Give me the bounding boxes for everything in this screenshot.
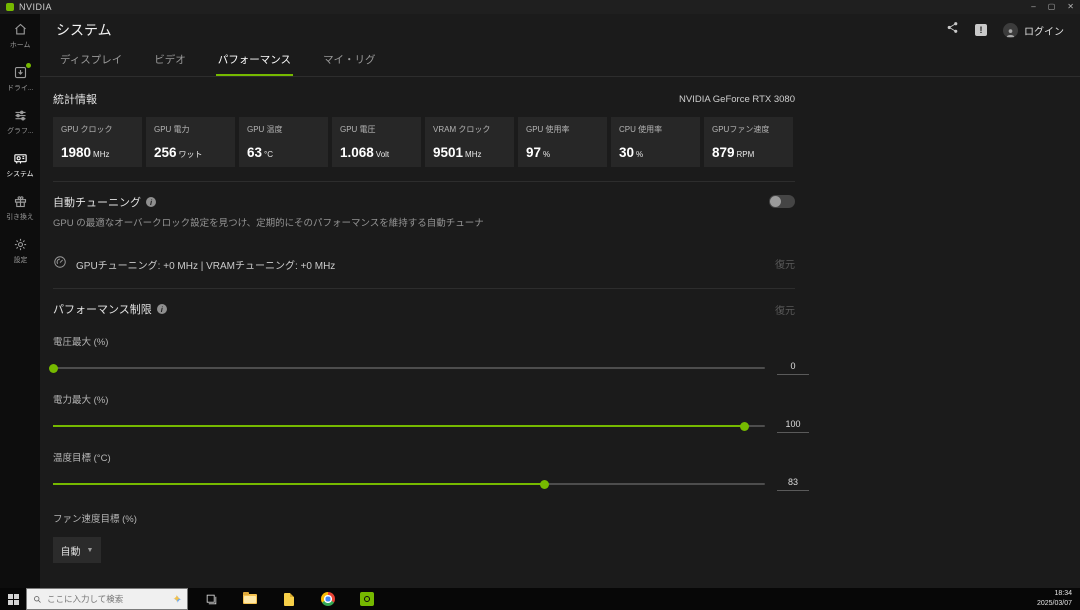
slider-thumb[interactable]: [739, 421, 749, 431]
fan-target-dropdown[interactable]: 自動 ▼: [53, 537, 101, 563]
clock-date: 2025/03/07: [1036, 600, 1072, 607]
stat-card-gpu-usage: GPU 使用率 97%: [518, 117, 607, 167]
auto-tuning-title: 自動チューニング: [53, 197, 141, 209]
taskbar-search[interactable]: ✦: [26, 588, 188, 610]
temp-slider-group: 温度目標 (°C) 83: [53, 450, 813, 491]
stat-card-gpu-clock: GPU クロック 1980 MHz: [53, 117, 142, 167]
temp-slider-label: 温度目標 (°C): [53, 453, 111, 464]
tab-video[interactable]: ビデオ: [152, 46, 188, 76]
voltage-slider-label: 電圧最大 (%): [53, 337, 109, 348]
notification-dot: [26, 63, 31, 68]
windows-taskbar: ✦ 18:34 2025/03/07: [0, 588, 1080, 610]
tabbar: ディスプレイ ビデオ パフォーマンス マイ・リグ: [40, 46, 1080, 77]
nvidia-logo-icon: [6, 3, 14, 11]
sidebar-item-drivers[interactable]: ドライ...: [0, 63, 40, 93]
stats-section-title: 統計情報: [53, 94, 97, 106]
stat-card-gpu-temp: GPU 温度 63 °C: [239, 117, 328, 167]
info-icon[interactable]: i: [146, 197, 156, 207]
nvidia-app-icon[interactable]: [354, 588, 380, 610]
sidebar-item-home[interactable]: ホーム: [0, 22, 40, 50]
page-title: システム: [56, 22, 112, 38]
tab-performance[interactable]: パフォーマンス: [215, 46, 294, 76]
tuning-status-text: GPUチューニング: +0 MHz | VRAMチューニング: +0 MHz: [76, 261, 336, 272]
stat-card-gpu-fan: GPUファン速度 879 RPM: [704, 117, 793, 167]
graphics-icon: [15, 110, 25, 121]
divider: [53, 288, 795, 289]
slider-fill: [53, 425, 744, 427]
voltage-slider[interactable]: [49, 363, 765, 373]
gear-icon: [14, 238, 26, 251]
auto-tuning-description: GPU の最適なオーバークロック設定を見つけ、定期的にそのパフォーマンスを維持す…: [53, 218, 484, 229]
avatar: [1003, 22, 1018, 38]
fan-target-label: ファン速度目標 (%): [53, 514, 137, 525]
power-slider-value[interactable]: 100: [777, 419, 809, 433]
window-controls: – ▢ ✕: [1031, 0, 1074, 14]
fan-target-group: ファン速度目標 (%) 自動 ▼: [53, 511, 795, 563]
feedback-icon[interactable]: !: [975, 24, 987, 36]
sidebar: ホーム ドライ... グラフ... システム 引き換え 設定: [0, 14, 40, 588]
chevron-down-icon: ▼: [86, 546, 94, 554]
power-slider-group: 電力最大 (%) 100: [53, 392, 813, 433]
windows-logo-icon: [7, 593, 19, 605]
gpu-name: NVIDIA GeForce RTX 3080: [679, 93, 795, 105]
voltage-slider-group: 電圧最大 (%) 0: [49, 334, 813, 375]
app-name: NVIDIA: [19, 2, 53, 12]
clock-time: 18:34: [1054, 589, 1072, 597]
taskbar-clock[interactable]: 18:34 2025/03/07: [1037, 589, 1080, 609]
stat-card-vram-clock: VRAM クロック 9501 MHz: [425, 117, 514, 167]
minimize-button[interactable]: –: [1031, 0, 1035, 14]
temp-slider[interactable]: [53, 479, 765, 489]
slider-thumb[interactable]: [540, 479, 550, 489]
stat-cards: GPU クロック 1980 MHz GPU 電力 256 ワット GPU 温度 63…: [53, 117, 795, 167]
slider-thumb[interactable]: [49, 363, 58, 373]
file-explorer-icon[interactable]: [237, 588, 263, 610]
search-icon: [34, 595, 41, 603]
task-view-icon[interactable]: [198, 588, 224, 610]
chrome-icon[interactable]: [315, 588, 341, 610]
power-slider[interactable]: [53, 421, 765, 431]
tab-display[interactable]: ディスプレイ: [58, 46, 124, 76]
slider-fill: [53, 483, 545, 485]
document-app-icon[interactable]: [276, 588, 302, 610]
restore-button[interactable]: ▢: [1048, 0, 1056, 14]
performance-limits-section: パフォーマンス制限 i 復元 電圧最大 (%) 0 電力最大 (%) 100 温…: [49, 301, 809, 563]
divider: [53, 181, 795, 182]
power-slider-label: 電力最大 (%): [53, 395, 109, 406]
temp-slider-value[interactable]: 83: [777, 477, 809, 491]
info-icon[interactable]: i: [156, 304, 167, 314]
stat-card-gpu-voltage: GPU 電圧 1.068 Volt: [332, 117, 421, 167]
voltage-slider-value[interactable]: 0: [777, 361, 809, 375]
sidebar-item-settings[interactable]: 設定: [0, 237, 40, 265]
content-area: 統計情報 NVIDIA GeForce RTX 3080 GPU クロック 19…: [40, 77, 1080, 588]
auto-tuning-toggle[interactable]: [769, 195, 795, 208]
copilot-icon[interactable]: ✦: [173, 594, 181, 605]
tuning-gauge-icon: [53, 255, 67, 274]
sidebar-item-system[interactable]: システム: [0, 151, 40, 179]
drivers-icon: [14, 66, 26, 79]
start-button[interactable]: [0, 588, 26, 610]
page-header: システム ! ログイン: [40, 14, 1080, 46]
auto-tuning-section: 自動チューニング i GPU の最適なオーバークロック設定を見つけ、定期的にその…: [53, 194, 795, 274]
search-input[interactable]: [47, 594, 168, 604]
limits-restore-button[interactable]: 復元: [775, 302, 795, 317]
stat-card-cpu-usage: CPU 使用率 30%: [611, 117, 700, 167]
system-icon: [13, 154, 27, 164]
login-button[interactable]: ログイン: [1003, 22, 1064, 38]
sidebar-item-redeem[interactable]: 引き換え: [0, 194, 40, 222]
home-icon: [14, 23, 26, 35]
window-titlebar: NVIDIA – ▢ ✕: [0, 0, 1080, 14]
tuning-restore-button[interactable]: 復元: [775, 256, 795, 271]
performance-limits-title: パフォーマンス制限: [53, 304, 152, 316]
close-button[interactable]: ✕: [1067, 0, 1074, 14]
tuning-status-row: GPUチューニング: +0 MHz | VRAMチューニング: +0 MHz 復…: [53, 255, 795, 274]
redeem-gift-icon: [14, 196, 26, 208]
tab-my-rig[interactable]: マイ・リグ: [321, 46, 378, 76]
share-icon[interactable]: [946, 21, 959, 39]
stat-card-gpu-power: GPU 電力 256 ワット: [146, 117, 235, 167]
sidebar-item-graphics[interactable]: グラフ...: [0, 108, 40, 136]
